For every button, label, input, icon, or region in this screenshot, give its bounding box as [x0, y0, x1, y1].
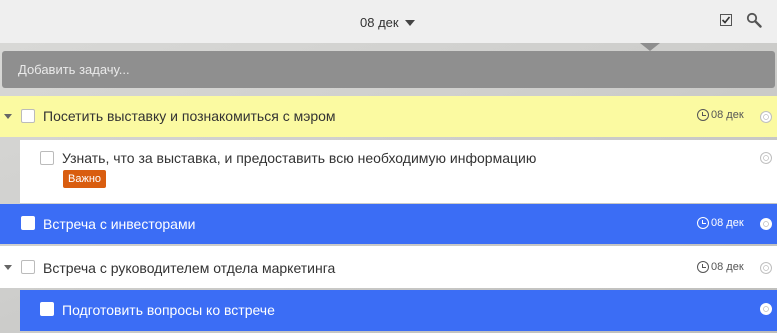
- checkbox-icon: [720, 14, 732, 26]
- subtask-title: Узнать, что за выставка, и предоставить …: [62, 150, 537, 166]
- due-date-label: 08 дек: [711, 261, 744, 273]
- task-row[interactable]: Встреча с руководителем отдела маркетинг…: [0, 246, 777, 288]
- due-date: 08 дек: [697, 109, 744, 121]
- task-title: Встреча с инвесторами: [43, 216, 196, 232]
- clock-icon: [697, 217, 709, 229]
- collapse-toggle-icon[interactable]: [4, 114, 12, 119]
- priority-target-icon[interactable]: [760, 303, 772, 315]
- completed-tasks-button[interactable]: [718, 12, 734, 28]
- priority-target-icon[interactable]: [760, 218, 772, 230]
- background-shape: [640, 43, 660, 51]
- clock-icon: [697, 261, 709, 273]
- subtask-row[interactable]: Подготовить вопросы ко встрече: [20, 290, 777, 331]
- subtask-checkbox[interactable]: [40, 151, 54, 165]
- priority-target-icon[interactable]: [760, 152, 772, 164]
- task-row[interactable]: Посетить выставку и познакомиться с мэро…: [0, 96, 777, 137]
- add-task-input[interactable]: [16, 61, 761, 78]
- due-date-label: 08 дек: [711, 109, 744, 121]
- subtask-title: Подготовить вопросы ко встрече: [62, 302, 275, 318]
- task-title: Встреча с руководителем отдела маркетинг…: [43, 260, 336, 276]
- task-row[interactable]: Встреча с инвесторами 08 дек: [0, 204, 777, 244]
- search-button[interactable]: [746, 12, 762, 28]
- search-icon: [746, 12, 762, 28]
- date-label: 08 дек: [360, 14, 399, 30]
- priority-target-icon[interactable]: [760, 111, 772, 123]
- task-title: Посетить выставку и познакомиться с мэро…: [43, 108, 336, 124]
- task-checkbox[interactable]: [21, 109, 35, 123]
- date-selector[interactable]: 08 дек: [360, 12, 415, 32]
- subtask-checkbox[interactable]: [40, 302, 54, 316]
- top-bar: 08 дек: [0, 0, 777, 43]
- chevron-down-icon: [404, 19, 415, 26]
- due-date: 08 дек: [697, 261, 744, 273]
- task-checkbox[interactable]: [21, 260, 35, 274]
- important-badge: Важно: [63, 170, 107, 188]
- collapse-toggle-icon[interactable]: [4, 265, 12, 270]
- add-task-bar: [2, 51, 775, 88]
- task-checkbox[interactable]: [21, 216, 35, 230]
- due-date-label: 08 дек: [711, 217, 744, 229]
- subtask-row[interactable]: Узнать, что за выставка, и предоставить …: [20, 140, 777, 203]
- clock-icon: [697, 109, 709, 121]
- due-date: 08 дек: [697, 217, 744, 229]
- priority-target-icon[interactable]: [760, 262, 772, 274]
